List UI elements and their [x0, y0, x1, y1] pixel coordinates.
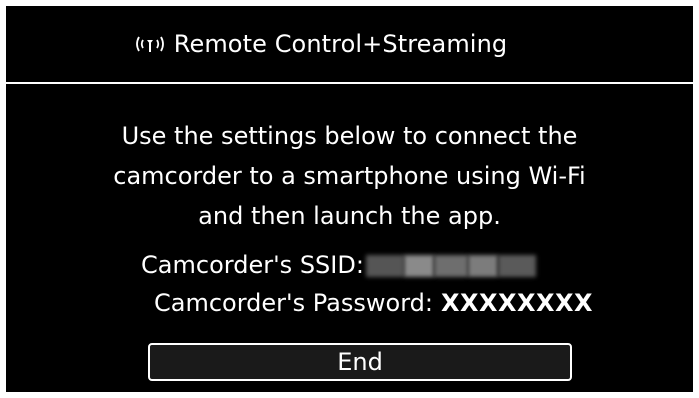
- instruction-line-3: and then launch the app.: [198, 202, 501, 230]
- ssid-row: Camcorder's SSID:: [6, 251, 682, 279]
- instruction-line-1: Use the settings below to connect the: [121, 122, 578, 150]
- screen-title: Remote Control+Streaming: [173, 29, 508, 58]
- camcorder-screen: Remote Control+Streaming Use the setting…: [6, 6, 693, 392]
- screen-header: Remote Control+Streaming: [6, 6, 693, 81]
- header-divider: [6, 82, 693, 84]
- end-button[interactable]: End: [148, 343, 572, 381]
- instruction-line-2: camcorder to a smartphone using Wi-Fi: [113, 162, 586, 190]
- ssid-value-redacted: [365, 255, 536, 277]
- ssid-label: Camcorder's SSID:: [141, 251, 364, 279]
- password-row: Camcorder's Password: XXXXXXXX: [30, 289, 693, 317]
- password-value: XXXXXXXX: [440, 289, 593, 317]
- wifi-antenna-icon: [132, 32, 168, 56]
- instruction-message: Use the settings below to connect the ca…: [6, 116, 693, 236]
- password-label: Camcorder's Password:: [154, 289, 433, 317]
- header-content: Remote Control+Streaming: [132, 30, 507, 58]
